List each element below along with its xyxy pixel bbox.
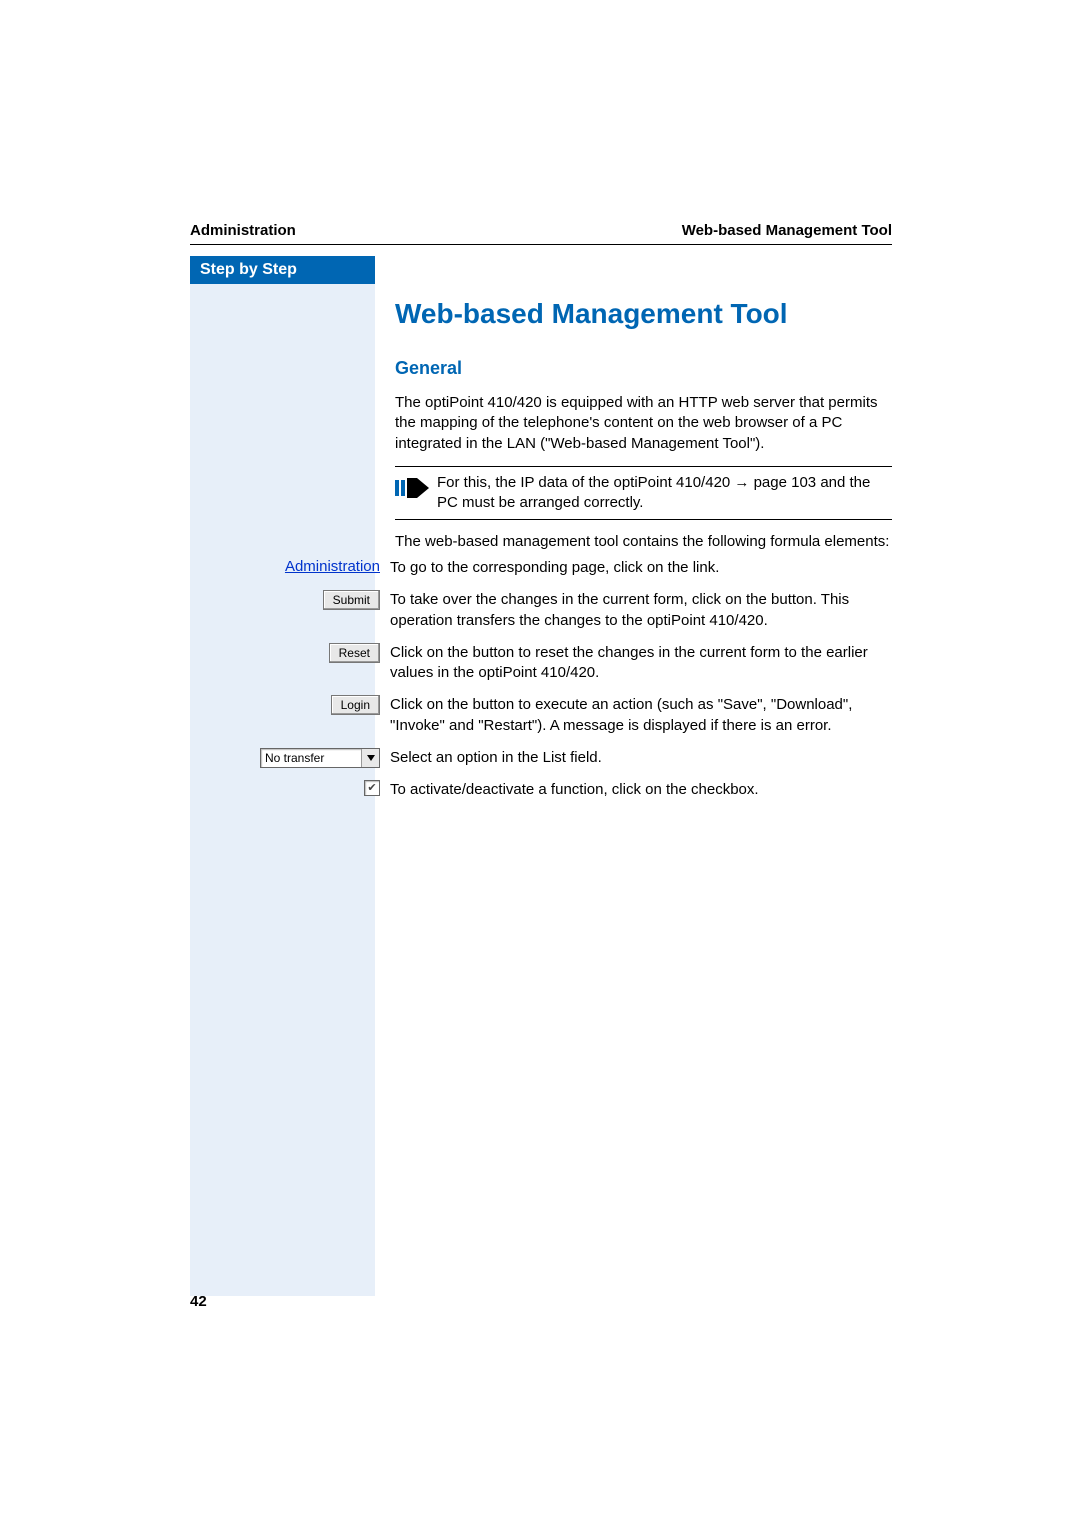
page-number: 42 (190, 1293, 207, 1310)
reset-button[interactable]: Reset (329, 643, 380, 663)
element-control: No transfer (190, 748, 390, 776)
transfer-select[interactable]: No transfer (260, 748, 380, 768)
element-row-submit: Submit To take over the changes in the c… (190, 590, 892, 639)
main-content: Web-based Management Tool General The op… (395, 256, 892, 565)
heading-2: General (395, 358, 892, 379)
element-desc: To go to the corresponding page, click o… (390, 558, 892, 586)
element-control: ✔ (190, 780, 390, 808)
sidebar-tab: Step by Step (190, 256, 375, 284)
heading-1: Web-based Management Tool (395, 298, 892, 330)
element-desc: Select an option in the List field. (390, 748, 892, 776)
element-control: Reset (190, 643, 390, 692)
administration-link[interactable]: Administration (285, 558, 380, 575)
header-right: Web-based Management Tool (682, 222, 892, 239)
paragraph: The optiPoint 410/420 is equipped with a… (395, 393, 892, 454)
element-control: Login (190, 695, 390, 744)
activate-checkbox[interactable]: ✔ (364, 780, 380, 796)
note-text-pre: For this, the IP data of the optiPoint 4… (437, 474, 734, 491)
note-arrow-icon (395, 475, 429, 501)
element-desc: Click on the button to reset the changes… (390, 643, 892, 692)
element-control: Administration (190, 558, 390, 586)
element-row-link: Administration To go to the correspondin… (190, 558, 892, 586)
login-button[interactable]: Login (331, 695, 380, 715)
chevron-down-icon (361, 749, 379, 767)
element-row-checkbox: ✔ To activate/deactivate a function, cli… (190, 780, 892, 808)
element-row-reset: Reset Click on the button to reset the c… (190, 643, 892, 692)
right-arrow-icon: → (734, 473, 749, 493)
element-desc: To activate/deactivate a function, click… (390, 780, 892, 808)
note-text: For this, the IP data of the optiPoint 4… (437, 473, 892, 514)
paragraph: The web-based management tool contains t… (395, 532, 892, 552)
header-left: Administration (190, 222, 296, 239)
element-row-select: No transfer Select an option in the List… (190, 748, 892, 776)
element-desc: Click on the button to execute an action… (390, 695, 892, 744)
note-box: For this, the IP data of the optiPoint 4… (395, 466, 892, 521)
header-rule (190, 244, 892, 245)
element-row-login: Login Click on the button to execute an … (190, 695, 892, 744)
submit-button[interactable]: Submit (323, 590, 380, 610)
element-control: Submit (190, 590, 390, 639)
element-desc: To take over the changes in the current … (390, 590, 892, 639)
elements-list: Administration To go to the correspondin… (190, 558, 892, 812)
page: Administration Web-based Management Tool… (0, 0, 1080, 1528)
select-value: No transfer (261, 751, 361, 765)
running-header: Administration Web-based Management Tool (190, 222, 892, 239)
